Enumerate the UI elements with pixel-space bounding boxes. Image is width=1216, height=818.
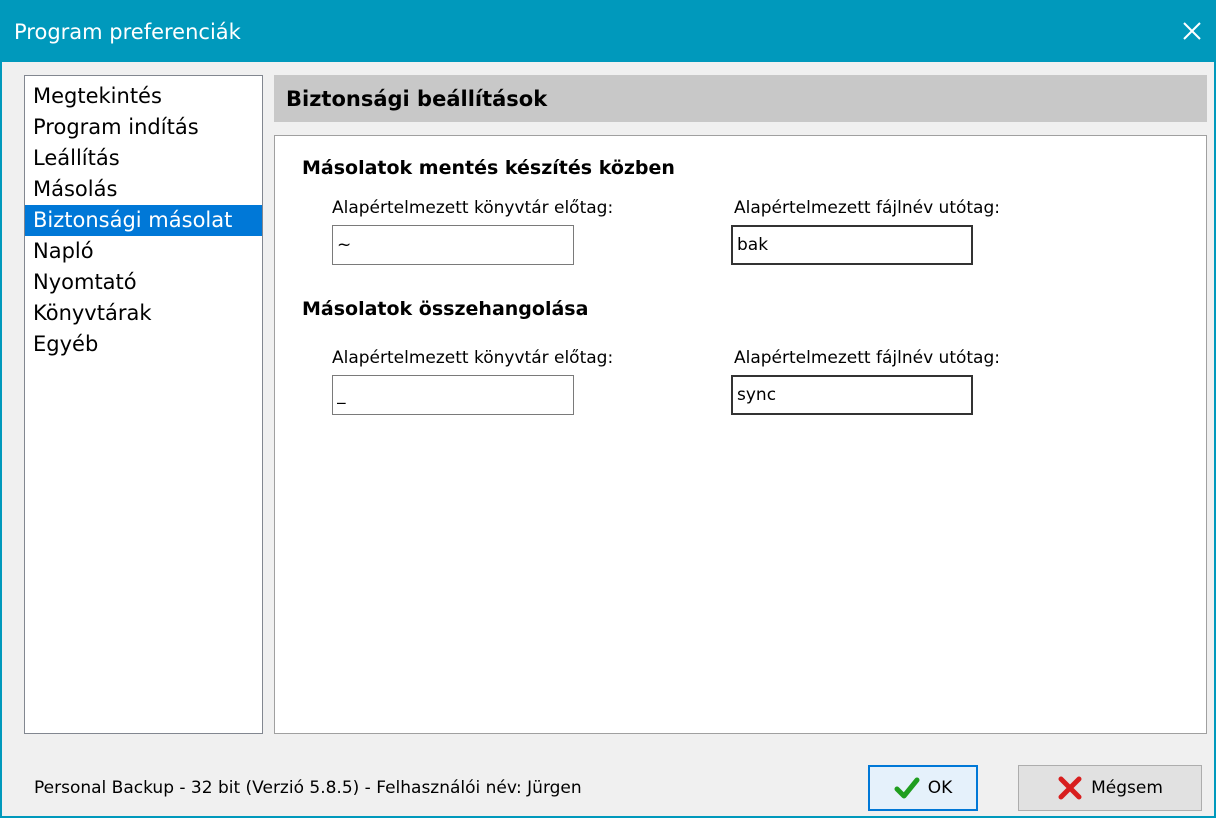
panel-body: Másolatok mentés készítés közben Alapért… [274, 135, 1207, 734]
red-x-icon [1058, 776, 1082, 800]
panel-header: Biztonsági beállítások [274, 75, 1207, 122]
title-bar: Program preferenciák [2, 0, 1216, 62]
nav-item-naplo[interactable]: Napló [25, 236, 262, 267]
cancel-button[interactable]: Mégsem [1018, 765, 1202, 811]
category-list[interactable]: Megtekintés Program indítás Leállítás Má… [24, 75, 263, 734]
dir-prefix-label: Alapértelmezett könyvtár előtag: [332, 198, 614, 218]
group-title-backup-while-saving: Másolatok mentés készítés közben [302, 157, 675, 179]
sync-file-suffix-input[interactable] [731, 375, 973, 415]
sync-file-suffix-label: Alapértelmezett fájlnév utótag: [734, 348, 1000, 368]
backup-dir-prefix-input[interactable] [332, 225, 574, 265]
nav-item-program-inditas[interactable]: Program indítás [25, 112, 262, 143]
group-title-sync: Másolatok összehangolása [302, 298, 589, 320]
close-icon [1183, 22, 1201, 40]
close-button[interactable] [1164, 0, 1216, 62]
ok-button[interactable]: OK [868, 765, 978, 811]
nav-item-leallitas[interactable]: Leállítás [25, 143, 262, 174]
backup-file-suffix-input[interactable] [731, 225, 973, 265]
cancel-button-label: Mégsem [1091, 778, 1163, 798]
panel-title: Biztonsági beállítások [286, 87, 548, 111]
window-title: Program preferenciák [14, 20, 241, 44]
ok-button-label: OK [927, 778, 953, 798]
preferences-window: Program preferenciák Megtekintés Program… [0, 0, 1216, 818]
nav-item-megtekintes[interactable]: Megtekintés [25, 81, 262, 112]
nav-item-konyvtarak[interactable]: Könyvtárak [25, 298, 262, 329]
nav-item-nyomtato[interactable]: Nyomtató [25, 267, 262, 298]
nav-item-biztonsagi-masolat[interactable]: Biztonsági másolat [25, 205, 262, 236]
nav-item-masolas[interactable]: Másolás [25, 174, 262, 205]
file-suffix-label: Alapértelmezett fájlnév utótag: [734, 198, 1000, 218]
sync-dir-prefix-input[interactable] [332, 375, 574, 415]
checkmark-icon [894, 777, 920, 799]
status-text: Personal Backup - 32 bit (Verzió 5.8.5) … [34, 778, 582, 798]
settings-panel: Biztonsági beállítások Másolatok mentés … [274, 75, 1207, 734]
sync-dir-prefix-label: Alapértelmezett könyvtár előtag: [332, 348, 614, 368]
nav-item-egyeb[interactable]: Egyéb [25, 329, 262, 360]
